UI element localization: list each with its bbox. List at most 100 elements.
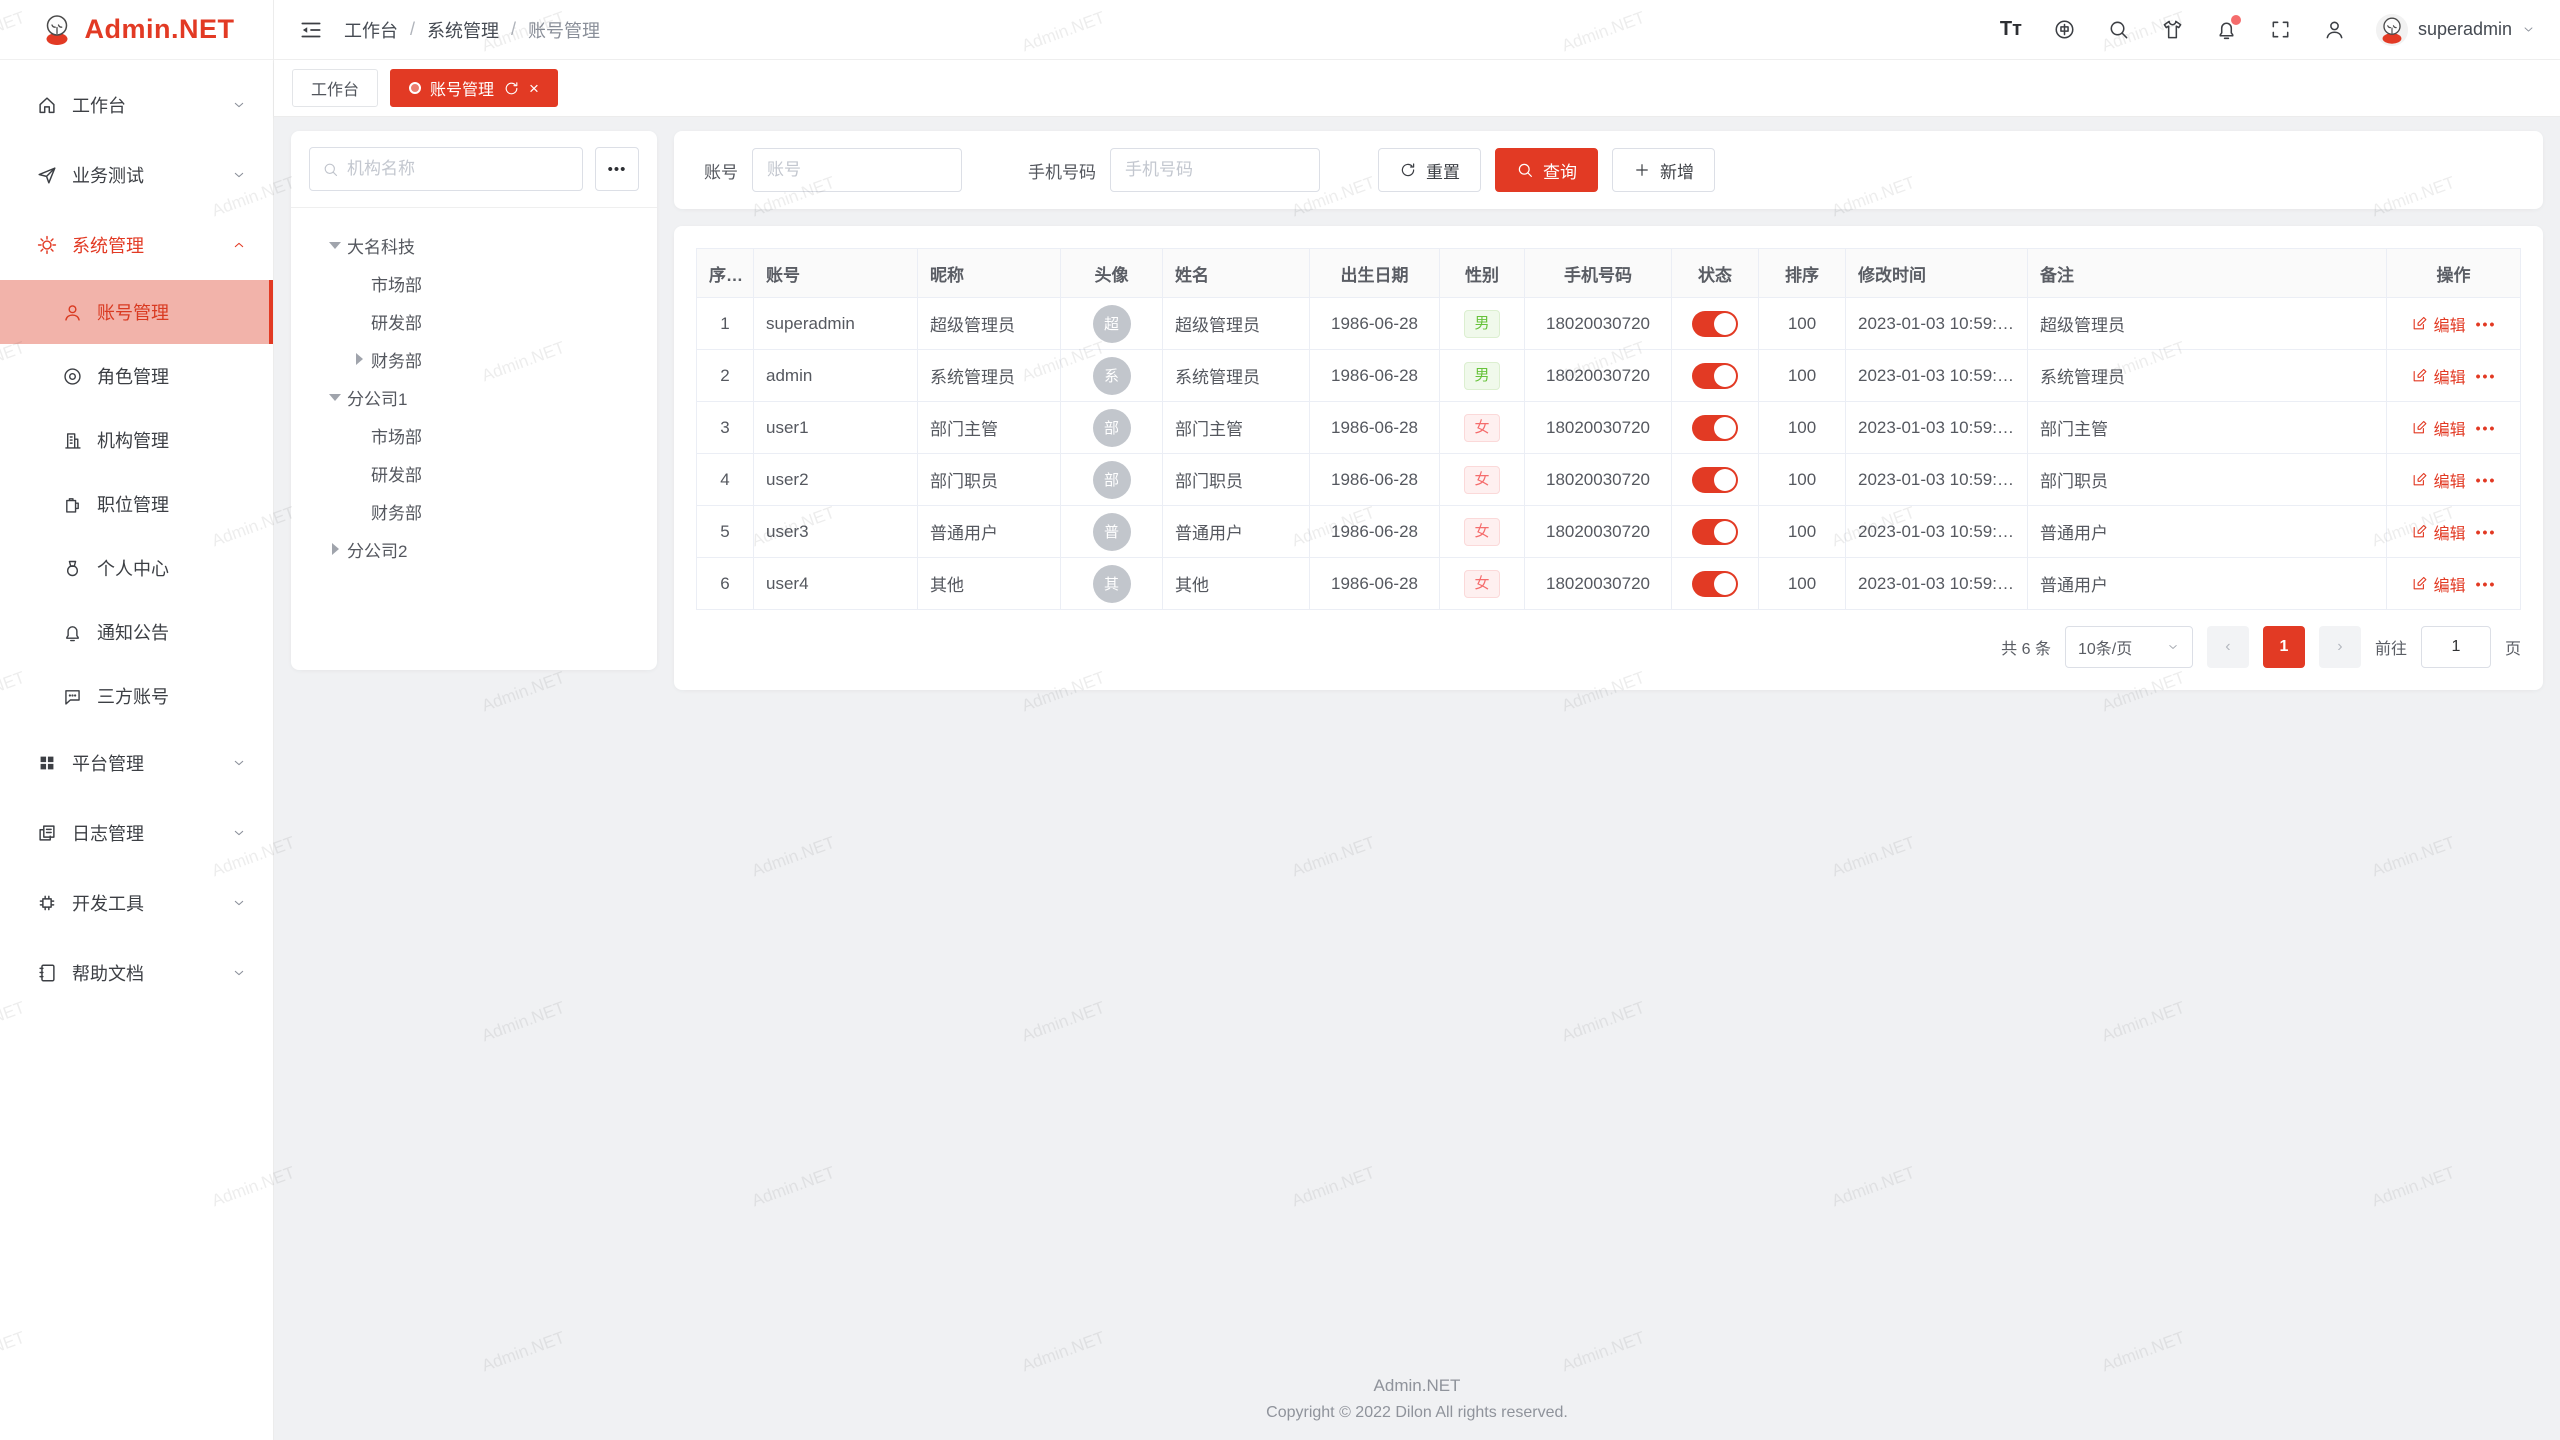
sidebar-item-org-mgmt[interactable]: 机构管理 bbox=[0, 408, 273, 472]
phone-input[interactable] bbox=[1110, 148, 1320, 192]
collapse-sidebar-icon[interactable] bbox=[298, 17, 324, 43]
profile-button[interactable] bbox=[2315, 10, 2355, 50]
row-more-button[interactable]: ••• bbox=[2476, 472, 2497, 488]
page-size-value: 10条/页 bbox=[2078, 635, 2132, 659]
page-size-select[interactable]: 10条/页 bbox=[2065, 626, 2193, 668]
caret-down-icon[interactable] bbox=[323, 233, 347, 257]
send-icon bbox=[36, 164, 58, 186]
sidebar-item-label: 账号管理 bbox=[97, 299, 169, 325]
edit-button[interactable]: 编辑 bbox=[2411, 520, 2466, 544]
tree-node-label: 分公司2 bbox=[347, 537, 407, 562]
search-icon bbox=[322, 161, 339, 178]
sidebar-item-log-mgmt[interactable]: 日志管理 bbox=[0, 798, 273, 868]
language-button[interactable] bbox=[2045, 10, 2085, 50]
footer-title: Admin.NET bbox=[274, 1376, 2560, 1396]
goto-page-input[interactable] bbox=[2421, 626, 2491, 668]
search-button[interactable] bbox=[2099, 10, 2139, 50]
account-input[interactable] bbox=[752, 148, 962, 192]
status-toggle[interactable] bbox=[1692, 363, 1738, 389]
tree-node[interactable]: 研发部 bbox=[301, 454, 647, 492]
status-toggle[interactable] bbox=[1692, 415, 1738, 441]
theme-button[interactable] bbox=[2153, 10, 2193, 50]
font-size-button[interactable]: Tᴛ bbox=[1991, 10, 2031, 50]
sidebar-item-help-docs[interactable]: 帮助文档 bbox=[0, 938, 273, 1008]
add-button[interactable]: 新增 bbox=[1612, 148, 1715, 192]
sidebar-item-position-mgmt[interactable]: 职位管理 bbox=[0, 472, 273, 536]
tab-close-icon[interactable]: × bbox=[529, 80, 539, 97]
tree-node[interactable]: 市场部 bbox=[301, 416, 647, 454]
breadcrumb-current: 账号管理 bbox=[528, 17, 600, 43]
sidebar-item-platform-mgmt[interactable]: 平台管理 bbox=[0, 728, 273, 798]
table-row: 4 user2 部门职员 部 部门职员 1986-06-28 女 1802003… bbox=[697, 454, 2521, 506]
query-form: 账号 手机号码 重置 查询 新增 bbox=[674, 131, 2543, 209]
row-more-button[interactable]: ••• bbox=[2476, 576, 2497, 592]
status-toggle[interactable] bbox=[1692, 571, 1738, 597]
col-phone: 手机号码 bbox=[1525, 249, 1672, 298]
chevron-down-icon bbox=[231, 825, 247, 841]
page-1-button[interactable]: 1 bbox=[2263, 626, 2305, 668]
status-toggle[interactable] bbox=[1692, 467, 1738, 493]
table-row: 3 user1 部门主管 部 部门主管 1986-06-28 女 1802003… bbox=[697, 402, 2521, 454]
caret-right-icon[interactable] bbox=[347, 347, 371, 371]
col-remark: 备注 bbox=[2028, 249, 2387, 298]
sidebar-item-thirdparty-account[interactable]: 三方账号 bbox=[0, 664, 273, 728]
tab-refresh-icon[interactable] bbox=[503, 80, 520, 97]
caret-down-icon[interactable] bbox=[323, 385, 347, 409]
sidebar-item-role-mgmt[interactable]: 角色管理 bbox=[0, 344, 273, 408]
breadcrumb-workbench[interactable]: 工作台 bbox=[344, 17, 398, 43]
org-more-button[interactable]: ••• bbox=[595, 147, 639, 191]
tree-node[interactable]: 分公司1 bbox=[301, 378, 647, 416]
org-search-input[interactable] bbox=[347, 159, 570, 179]
search-icon bbox=[1516, 161, 1534, 179]
tree-node[interactable]: 研发部 bbox=[301, 302, 647, 340]
table-row: 6 user4 其他 其 其他 1986-06-28 女 18020030720… bbox=[697, 558, 2521, 610]
row-more-button[interactable]: ••• bbox=[2476, 420, 2497, 436]
notifications-button[interactable] bbox=[2207, 10, 2247, 50]
logo[interactable]: Admin.NET bbox=[0, 0, 273, 60]
sidebar-item-workbench[interactable]: 工作台 bbox=[0, 70, 273, 140]
table-row: 5 user3 普通用户 普 普通用户 1986-06-28 女 1802003… bbox=[697, 506, 2521, 558]
tree-node[interactable]: 市场部 bbox=[301, 264, 647, 302]
search-button[interactable]: 查询 bbox=[1495, 148, 1598, 192]
prev-page-button[interactable]: ‹ bbox=[2207, 626, 2249, 668]
chip-icon bbox=[36, 892, 58, 914]
sidebar-item-profile-center[interactable]: 个人中心 bbox=[0, 536, 273, 600]
breadcrumb-system-mgmt[interactable]: 系统管理 bbox=[427, 17, 499, 43]
row-more-button[interactable]: ••• bbox=[2476, 316, 2497, 332]
tree-node[interactable]: 大名科技 bbox=[301, 226, 647, 264]
reset-button[interactable]: 重置 bbox=[1378, 148, 1481, 192]
tree-node[interactable]: 财务部 bbox=[301, 340, 647, 378]
sidebar-item-dev-tools[interactable]: 开发工具 bbox=[0, 868, 273, 938]
status-toggle[interactable] bbox=[1692, 311, 1738, 337]
sidebar-item-label: 职位管理 bbox=[97, 491, 169, 517]
avatar: 系 bbox=[1093, 357, 1131, 395]
main-panel: 账号 手机号码 重置 查询 新增 bbox=[674, 131, 2543, 690]
gender-tag: 女 bbox=[1464, 414, 1499, 442]
next-page-button[interactable]: › bbox=[2319, 626, 2361, 668]
fullscreen-button[interactable] bbox=[2261, 10, 2301, 50]
sidebar-item-account-mgmt[interactable]: 账号管理 bbox=[0, 280, 273, 344]
user-menu[interactable]: superadmin bbox=[2375, 13, 2536, 47]
edit-button[interactable]: 编辑 bbox=[2411, 364, 2466, 388]
tree-node[interactable]: 财务部 bbox=[301, 492, 647, 530]
caret-right-icon[interactable] bbox=[323, 537, 347, 561]
user-icon bbox=[62, 302, 83, 323]
edit-button[interactable]: 编辑 bbox=[2411, 572, 2466, 596]
row-more-button[interactable]: ••• bbox=[2476, 524, 2497, 540]
col-actions: 操作 bbox=[2387, 249, 2521, 298]
sidebar-item-notice[interactable]: 通知公告 bbox=[0, 600, 273, 664]
tab-workbench[interactable]: 工作台 bbox=[292, 69, 378, 107]
edit-button[interactable]: 编辑 bbox=[2411, 468, 2466, 492]
edit-button[interactable]: 编辑 bbox=[2411, 416, 2466, 440]
tab-account-mgmt[interactable]: 账号管理 × bbox=[390, 69, 558, 107]
refresh-icon bbox=[1399, 161, 1417, 179]
sidebar-item-business-test[interactable]: 业务测试 bbox=[0, 140, 273, 210]
org-tree-panel: ••• 大名科技 市场部 研发部 bbox=[291, 131, 657, 670]
active-tab-dot-icon bbox=[409, 82, 421, 94]
row-more-button[interactable]: ••• bbox=[2476, 368, 2497, 384]
chevron-down-icon bbox=[2166, 640, 2180, 654]
sidebar-item-system-mgmt[interactable]: 系统管理 bbox=[0, 210, 273, 280]
status-toggle[interactable] bbox=[1692, 519, 1738, 545]
tree-node[interactable]: 分公司2 bbox=[301, 530, 647, 568]
edit-button[interactable]: 编辑 bbox=[2411, 312, 2466, 336]
